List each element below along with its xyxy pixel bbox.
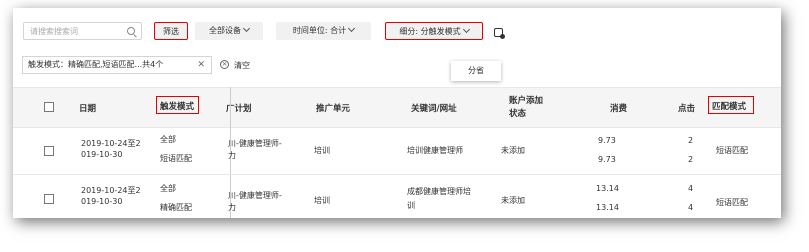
header-cost[interactable]: 消费 <box>610 102 627 114</box>
row-date-line1: 2019-10-24至2 <box>81 186 141 195</box>
header-date[interactable]: 日期 <box>79 102 96 114</box>
row-match: 短语匹配 <box>716 146 748 155</box>
time-unit-dropdown[interactable]: 时间单位: 合计 <box>276 22 371 40</box>
chevron-down-icon <box>348 24 356 33</box>
row-checkbox[interactable] <box>44 146 54 156</box>
table-header-divider <box>13 127 781 128</box>
breakdown-label: 细分: 分触发模式 <box>399 27 461 36</box>
search-input[interactable]: 请搜索搜索词 <box>23 22 142 40</box>
row-plan-line1[interactable]: 川-健康管理师- <box>228 190 282 201</box>
dropdown-option-province[interactable]: 分省 <box>451 61 501 81</box>
table-top-divider <box>13 87 781 88</box>
filter-button[interactable]: 筛选 <box>154 22 188 40</box>
header-status-line1[interactable]: 账户添加 <box>509 94 543 106</box>
clear-icon[interactable]: × <box>220 60 229 69</box>
filter-tag: 触发模式：精确匹配,短语匹配...共4个 ✕ <box>22 56 212 74</box>
row-trigger-line2: 精确匹配 <box>160 203 192 212</box>
row-date-line2: 019-10-30 <box>81 150 123 159</box>
header-trigger[interactable]: 触发模式 <box>160 100 194 112</box>
row-checkbox[interactable] <box>44 194 54 204</box>
filter-button-label: 筛选 <box>163 27 179 36</box>
row-plan-line2[interactable]: 力 <box>228 202 236 213</box>
close-icon[interactable]: ✕ <box>197 57 205 73</box>
row-plan-line2[interactable]: 力 <box>228 150 236 161</box>
row-unit[interactable]: 培训 <box>314 145 330 156</box>
chevron-down-icon <box>462 25 470 34</box>
header-unit[interactable]: 推广单元 <box>316 102 350 114</box>
row-status: 未添加 <box>501 196 525 205</box>
table-header <box>13 87 781 127</box>
header-trigger-highlight: 触发模式 <box>156 96 199 114</box>
row-trigger-line1: 全部 <box>160 184 176 193</box>
device-dropdown[interactable]: 全部设备 <box>195 22 263 40</box>
row-divider <box>13 174 781 175</box>
header-match-highlight: 匹配模式 <box>708 96 754 114</box>
device-dropdown-label: 全部设备 <box>209 26 241 35</box>
row-cost-line2: 13.14 <box>596 203 619 212</box>
row-keyword[interactable]: 培训健康管理师 <box>407 145 463 156</box>
clear-button[interactable]: 清空 <box>234 60 250 71</box>
row-clicks-line2: 4 <box>688 203 694 212</box>
row-cost-line1: 13.14 <box>596 184 619 193</box>
time-unit-label: 时间单位: 合计 <box>292 26 347 35</box>
row-trigger-line1: 全部 <box>160 135 176 144</box>
chevron-down-icon <box>242 24 251 33</box>
row-match: 短语匹配 <box>716 198 748 207</box>
header-keyword[interactable]: 关键词/网址 <box>411 102 457 114</box>
row-trigger-line2: 短语匹配 <box>160 154 192 163</box>
dropdown-option-label: 分省 <box>468 66 484 75</box>
row-clicks-line1: 2 <box>688 136 694 145</box>
row-cost-line1: 9.73 <box>598 136 616 145</box>
header-match[interactable]: 匹配模式 <box>712 100 746 112</box>
breakdown-dropdown[interactable]: 细分: 分触发模式 <box>385 22 483 40</box>
row-date-line2: 019-10-30 <box>81 197 123 206</box>
search-placeholder: 请搜索搜索词 <box>30 27 78 36</box>
filter-tag-text: 触发模式：精确匹配,短语匹配...共4个 <box>28 60 164 69</box>
row-plan-line1[interactable]: 川-健康管理师- <box>228 138 282 149</box>
search-icon[interactable] <box>127 27 135 35</box>
row-status: 未添加 <box>501 146 525 155</box>
header-clicks[interactable]: 点击 <box>678 102 695 114</box>
select-all-checkbox[interactable] <box>44 102 54 112</box>
row-clicks-line2: 2 <box>688 155 694 164</box>
row-unit[interactable]: 培训 <box>314 195 330 206</box>
app-window: 请搜索搜索词 筛选 全部设备 时间单位: 合计 细分: 分触发模式 分省 触发模… <box>13 8 781 218</box>
row-cost-line2: 9.73 <box>598 155 616 164</box>
row-clicks-line1: 4 <box>688 184 694 193</box>
row-date-line1: 2019-10-24至2 <box>81 139 141 148</box>
header-status-line2[interactable]: 状态 <box>509 107 526 119</box>
row-keyword-line1[interactable]: 成都健康管理师培 <box>407 186 471 197</box>
row-keyword-line2[interactable]: 训 <box>407 200 415 211</box>
settings-icon[interactable] <box>494 28 505 39</box>
